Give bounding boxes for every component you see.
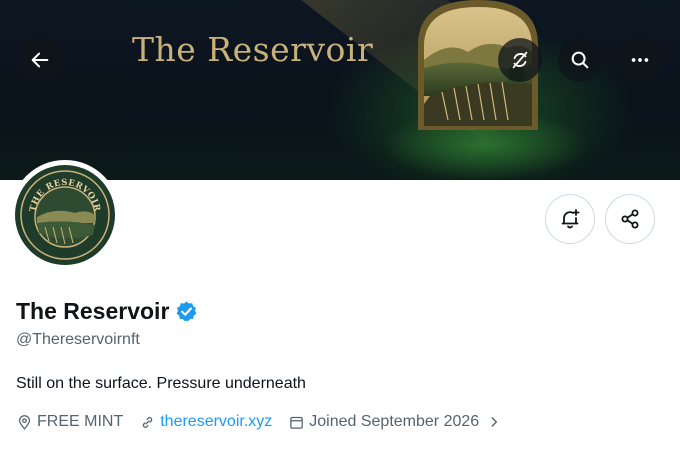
- refresh-icon: [512, 51, 528, 69]
- profile-meta: FREE MINT thereservoir.xyz Joined Septem…: [16, 413, 501, 431]
- search-icon: [571, 51, 589, 69]
- banner-title: The Reservoir: [132, 30, 374, 69]
- profile-banner[interactable]: The Reservoir: [0, 0, 680, 180]
- verified-badge-icon[interactable]: [175, 300, 198, 323]
- joined-item: Joined September 2026: [288, 413, 479, 431]
- notifications-button[interactable]: [545, 194, 595, 244]
- back-arrow-icon: [31, 52, 49, 68]
- website-link[interactable]: thereservoir.xyz: [160, 413, 272, 431]
- calendar-icon: [290, 416, 304, 429]
- website-item[interactable]: thereservoir.xyz: [139, 413, 272, 431]
- location-item: FREE MINT: [16, 413, 123, 431]
- share-icon: [621, 209, 639, 229]
- chevron-right-icon[interactable]: [487, 415, 501, 429]
- refresh-button[interactable]: [498, 38, 542, 82]
- display-name: The Reservoir: [16, 298, 170, 324]
- link-icon: [142, 416, 153, 428]
- more-icon: [631, 58, 649, 62]
- user-handle: @Thereservoirnft: [16, 331, 140, 348]
- avatar[interactable]: THE RESERVOIR: [15, 165, 115, 265]
- back-button[interactable]: [18, 38, 62, 82]
- avatar-logo: THE RESERVOIR: [15, 165, 115, 265]
- more-options-button[interactable]: [618, 38, 662, 82]
- location-pin-icon: [18, 414, 31, 430]
- location-text: FREE MINT: [37, 413, 124, 430]
- share-button[interactable]: [605, 194, 655, 244]
- bell-plus-icon: [561, 209, 580, 229]
- avatar-frame[interactable]: THE RESERVOIR: [10, 160, 120, 270]
- joined-date: Joined September 2026: [309, 413, 480, 430]
- search-button[interactable]: [558, 38, 602, 82]
- profile-bio: Still on the surface. Pressure underneat…: [16, 375, 306, 392]
- name-row: The Reservoir: [16, 298, 198, 325]
